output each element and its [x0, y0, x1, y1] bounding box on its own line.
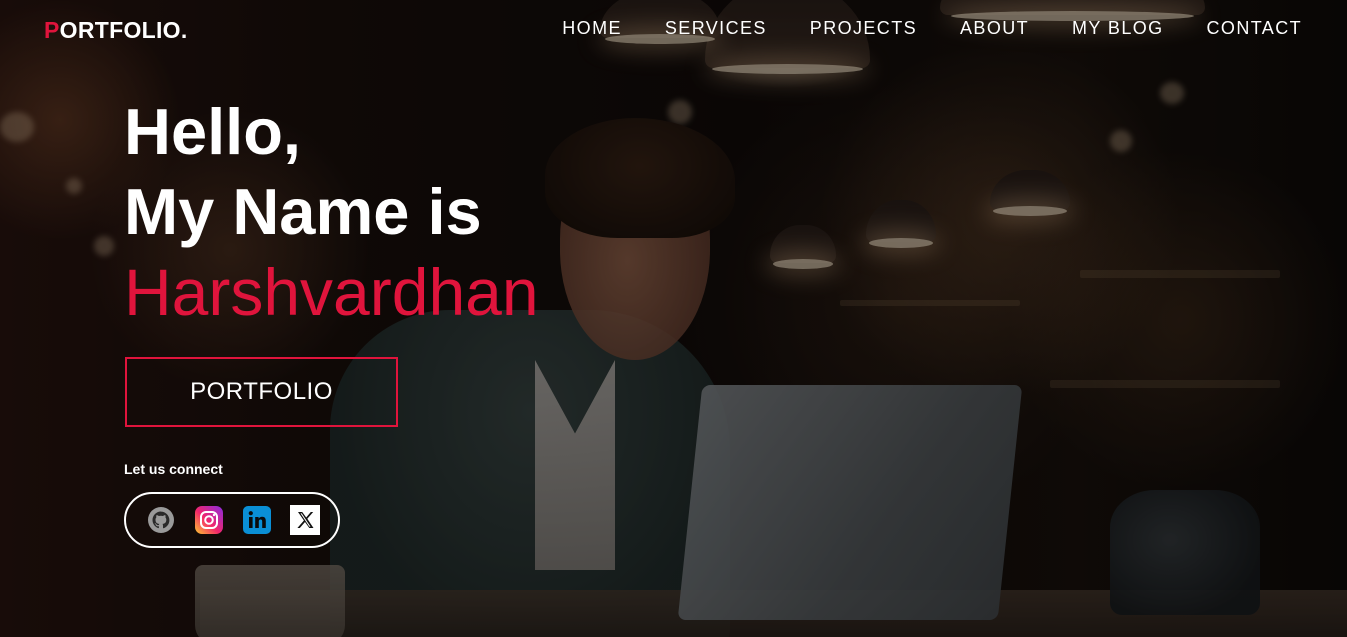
nav-projects[interactable]: PROJECTS: [810, 18, 917, 39]
nav-services[interactable]: SERVICES: [665, 18, 767, 39]
logo-text: ORTFOLIO.: [59, 17, 188, 43]
nav-contact[interactable]: CONTACT: [1207, 18, 1302, 39]
hero-heading: Hello, My Name is: [124, 92, 482, 252]
linkedin-icon[interactable]: [242, 505, 272, 535]
main-nav: HOME SERVICES PROJECTS ABOUT MY BLOG CON…: [562, 18, 1302, 39]
greeting-line-2: My Name is: [124, 175, 482, 248]
x-icon[interactable]: [290, 505, 320, 535]
greeting-line-1: Hello,: [124, 95, 301, 168]
social-links: [124, 492, 340, 548]
github-icon[interactable]: [146, 505, 176, 535]
site-header: PORTFOLIO. HOME SERVICES PROJECTS ABOUT …: [0, 0, 1347, 60]
nav-home[interactable]: HOME: [562, 18, 622, 39]
portfolio-button[interactable]: PORTFOLIO: [125, 357, 398, 427]
hero-name: Harshvardhan: [124, 255, 539, 329]
logo-accent-letter: P: [44, 17, 60, 43]
instagram-icon[interactable]: [194, 505, 224, 535]
nav-about[interactable]: ABOUT: [960, 18, 1029, 39]
nav-my-blog[interactable]: MY BLOG: [1072, 18, 1164, 39]
connect-label: Let us connect: [124, 461, 223, 477]
logo[interactable]: PORTFOLIO.: [44, 17, 188, 44]
hero-section: PORTFOLIO. HOME SERVICES PROJECTS ABOUT …: [0, 0, 1347, 637]
